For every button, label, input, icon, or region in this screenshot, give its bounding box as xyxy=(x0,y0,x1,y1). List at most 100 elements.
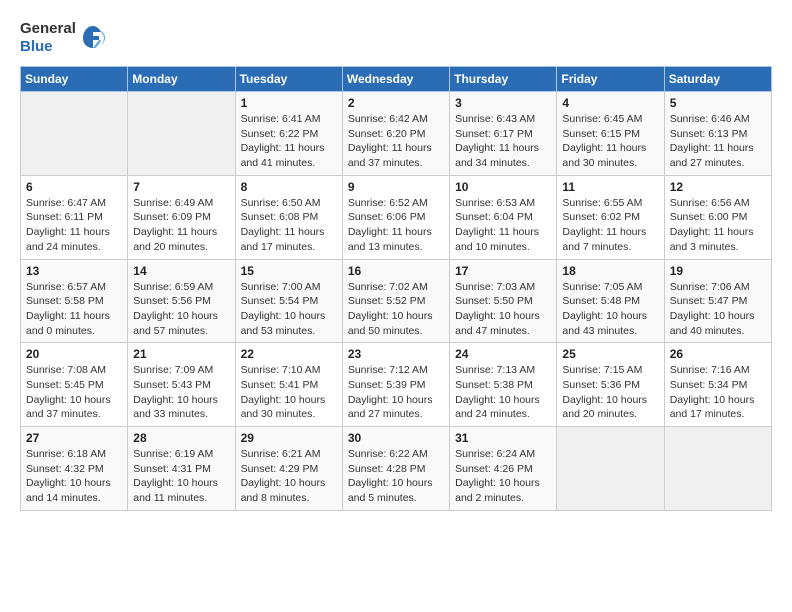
calendar-cell: 19 Sunrise: 7:06 AM Sunset: 5:47 PM Dayli… xyxy=(664,259,771,343)
day-info: Sunrise: 6:46 AM Sunset: 6:13 PM Dayligh… xyxy=(670,112,766,171)
calendar-cell: 17Sunrise: 7:03 AM Sunset: 5:50 PM Dayli… xyxy=(450,259,557,343)
day-info: Sunrise: 6:21 AM Sunset: 4:29 PM Dayligh… xyxy=(241,447,337,506)
day-info: Sunrise: 6:52 AM Sunset: 6:06 PM Dayligh… xyxy=(348,196,444,255)
day-number: 19 xyxy=(670,264,766,278)
calendar-cell: 12 Sunrise: 6:56 AM Sunset: 6:00 PM Dayli… xyxy=(664,175,771,259)
calendar-cell: 27 Sunrise: 6:18 AM Sunset: 4:32 PM Dayli… xyxy=(21,427,128,511)
calendar-cell: 30Sunrise: 6:22 AM Sunset: 4:28 PM Dayli… xyxy=(342,427,449,511)
calendar-cell: 6 Sunrise: 6:47 AM Sunset: 6:11 PM Daylig… xyxy=(21,175,128,259)
day-number: 25 xyxy=(562,347,658,361)
day-header-tuesday: Tuesday xyxy=(235,67,342,92)
logo: General Blue xyxy=(20,20,107,56)
day-number: 7 xyxy=(133,180,229,194)
week-row-0: 1Sunrise: 6:41 AM Sunset: 6:22 PM Daylig… xyxy=(21,92,772,176)
day-info: Sunrise: 7:10 AM Sunset: 5:41 PM Dayligh… xyxy=(241,363,337,422)
day-info: Sunrise: 6:22 AM Sunset: 4:28 PM Dayligh… xyxy=(348,447,444,506)
calendar-cell: 5 Sunrise: 6:46 AM Sunset: 6:13 PM Daylig… xyxy=(664,92,771,176)
day-number: 1 xyxy=(241,96,337,110)
page-header: General Blue xyxy=(20,20,772,56)
calendar-cell: 3 Sunrise: 6:43 AM Sunset: 6:17 PM Daylig… xyxy=(450,92,557,176)
day-info: Sunrise: 6:49 AM Sunset: 6:09 PM Dayligh… xyxy=(133,196,229,255)
calendar-cell: 13 Sunrise: 6:57 AM Sunset: 5:58 PM Dayli… xyxy=(21,259,128,343)
day-info: Sunrise: 7:13 AM Sunset: 5:38 PM Dayligh… xyxy=(455,363,551,422)
week-row-2: 13 Sunrise: 6:57 AM Sunset: 5:58 PM Dayli… xyxy=(21,259,772,343)
logo-general: General xyxy=(20,20,76,37)
calendar-cell: 22 Sunrise: 7:10 AM Sunset: 5:41 PM Dayli… xyxy=(235,343,342,427)
logo-icon xyxy=(79,24,107,52)
calendar-table: SundayMondayTuesdayWednesdayThursdayFrid… xyxy=(20,66,772,511)
day-number: 5 xyxy=(670,96,766,110)
week-row-1: 6 Sunrise: 6:47 AM Sunset: 6:11 PM Daylig… xyxy=(21,175,772,259)
day-number: 9 xyxy=(348,180,444,194)
day-info: Sunrise: 6:19 AM Sunset: 4:31 PM Dayligh… xyxy=(133,447,229,506)
day-info: Sunrise: 7:02 AM Sunset: 5:52 PM Dayligh… xyxy=(348,280,444,339)
day-info: Sunrise: 6:55 AM Sunset: 6:02 PM Dayligh… xyxy=(562,196,658,255)
day-number: 29 xyxy=(241,431,337,445)
calendar-cell xyxy=(664,427,771,511)
day-info: Sunrise: 7:12 AM Sunset: 5:39 PM Dayligh… xyxy=(348,363,444,422)
day-info: Sunrise: 7:08 AM Sunset: 5:45 PM Dayligh… xyxy=(26,363,122,422)
calendar-cell: 24 Sunrise: 7:13 AM Sunset: 5:38 PM Dayli… xyxy=(450,343,557,427)
calendar-cell: 31Sunrise: 6:24 AM Sunset: 4:26 PM Dayli… xyxy=(450,427,557,511)
calendar-cell: 20 Sunrise: 7:08 AM Sunset: 5:45 PM Dayli… xyxy=(21,343,128,427)
calendar-cell: 2 Sunrise: 6:42 AM Sunset: 6:20 PM Daylig… xyxy=(342,92,449,176)
day-number: 4 xyxy=(562,96,658,110)
day-header-friday: Friday xyxy=(557,67,664,92)
day-info: Sunrise: 6:59 AM Sunset: 5:56 PM Dayligh… xyxy=(133,280,229,339)
day-number: 12 xyxy=(670,180,766,194)
day-info: Sunrise: 6:50 AM Sunset: 6:08 PM Dayligh… xyxy=(241,196,337,255)
logo-wordmark: General Blue xyxy=(20,20,107,56)
day-number: 27 xyxy=(26,431,122,445)
day-header-monday: Monday xyxy=(128,67,235,92)
day-info: Sunrise: 6:18 AM Sunset: 4:32 PM Dayligh… xyxy=(26,447,122,506)
day-info: Sunrise: 6:43 AM Sunset: 6:17 PM Dayligh… xyxy=(455,112,551,171)
calendar-cell: 10Sunrise: 6:53 AM Sunset: 6:04 PM Dayli… xyxy=(450,175,557,259)
day-info: Sunrise: 6:47 AM Sunset: 6:11 PM Dayligh… xyxy=(26,196,122,255)
day-info: Sunrise: 6:57 AM Sunset: 5:58 PM Dayligh… xyxy=(26,280,122,339)
week-row-3: 20 Sunrise: 7:08 AM Sunset: 5:45 PM Dayli… xyxy=(21,343,772,427)
day-header-saturday: Saturday xyxy=(664,67,771,92)
day-number: 20 xyxy=(26,347,122,361)
day-info: Sunrise: 7:06 AM Sunset: 5:47 PM Dayligh… xyxy=(670,280,766,339)
week-row-4: 27 Sunrise: 6:18 AM Sunset: 4:32 PM Dayli… xyxy=(21,427,772,511)
calendar-cell xyxy=(557,427,664,511)
calendar-cell: 8 Sunrise: 6:50 AM Sunset: 6:08 PM Daylig… xyxy=(235,175,342,259)
calendar-cell: 9 Sunrise: 6:52 AM Sunset: 6:06 PM Daylig… xyxy=(342,175,449,259)
calendar-cell: 26Sunrise: 7:16 AM Sunset: 5:34 PM Dayli… xyxy=(664,343,771,427)
calendar-cell: 28 Sunrise: 6:19 AM Sunset: 4:31 PM Dayli… xyxy=(128,427,235,511)
day-info: Sunrise: 7:00 AM Sunset: 5:54 PM Dayligh… xyxy=(241,280,337,339)
day-info: Sunrise: 7:03 AM Sunset: 5:50 PM Dayligh… xyxy=(455,280,551,339)
day-number: 15 xyxy=(241,264,337,278)
calendar-cell: 23 Sunrise: 7:12 AM Sunset: 5:39 PM Dayli… xyxy=(342,343,449,427)
calendar-cell: 11 Sunrise: 6:55 AM Sunset: 6:02 PM Dayli… xyxy=(557,175,664,259)
day-info: Sunrise: 7:15 AM Sunset: 5:36 PM Dayligh… xyxy=(562,363,658,422)
calendar-cell: 4Sunrise: 6:45 AM Sunset: 6:15 PM Daylig… xyxy=(557,92,664,176)
logo-blue: Blue xyxy=(20,38,53,55)
day-number: 21 xyxy=(133,347,229,361)
day-number: 14 xyxy=(133,264,229,278)
day-number: 3 xyxy=(455,96,551,110)
day-header-thursday: Thursday xyxy=(450,67,557,92)
day-number: 24 xyxy=(455,347,551,361)
day-header-wednesday: Wednesday xyxy=(342,67,449,92)
day-number: 11 xyxy=(562,180,658,194)
day-number: 13 xyxy=(26,264,122,278)
day-info: Sunrise: 6:56 AM Sunset: 6:00 PM Dayligh… xyxy=(670,196,766,255)
day-info: Sunrise: 7:09 AM Sunset: 5:43 PM Dayligh… xyxy=(133,363,229,422)
day-number: 28 xyxy=(133,431,229,445)
day-number: 22 xyxy=(241,347,337,361)
day-info: Sunrise: 7:05 AM Sunset: 5:48 PM Dayligh… xyxy=(562,280,658,339)
day-info: Sunrise: 6:42 AM Sunset: 6:20 PM Dayligh… xyxy=(348,112,444,171)
calendar-cell: 25 Sunrise: 7:15 AM Sunset: 5:36 PM Dayli… xyxy=(557,343,664,427)
calendar-cell: 21 Sunrise: 7:09 AM Sunset: 5:43 PM Dayli… xyxy=(128,343,235,427)
calendar-cell: 14 Sunrise: 6:59 AM Sunset: 5:56 PM Dayli… xyxy=(128,259,235,343)
day-number: 16 xyxy=(348,264,444,278)
calendar-cell xyxy=(128,92,235,176)
day-number: 23 xyxy=(348,347,444,361)
day-number: 8 xyxy=(241,180,337,194)
day-info: Sunrise: 7:16 AM Sunset: 5:34 PM Dayligh… xyxy=(670,363,766,422)
day-number: 6 xyxy=(26,180,122,194)
calendar-cell: 18Sunrise: 7:05 AM Sunset: 5:48 PM Dayli… xyxy=(557,259,664,343)
day-info: Sunrise: 6:24 AM Sunset: 4:26 PM Dayligh… xyxy=(455,447,551,506)
day-number: 2 xyxy=(348,96,444,110)
